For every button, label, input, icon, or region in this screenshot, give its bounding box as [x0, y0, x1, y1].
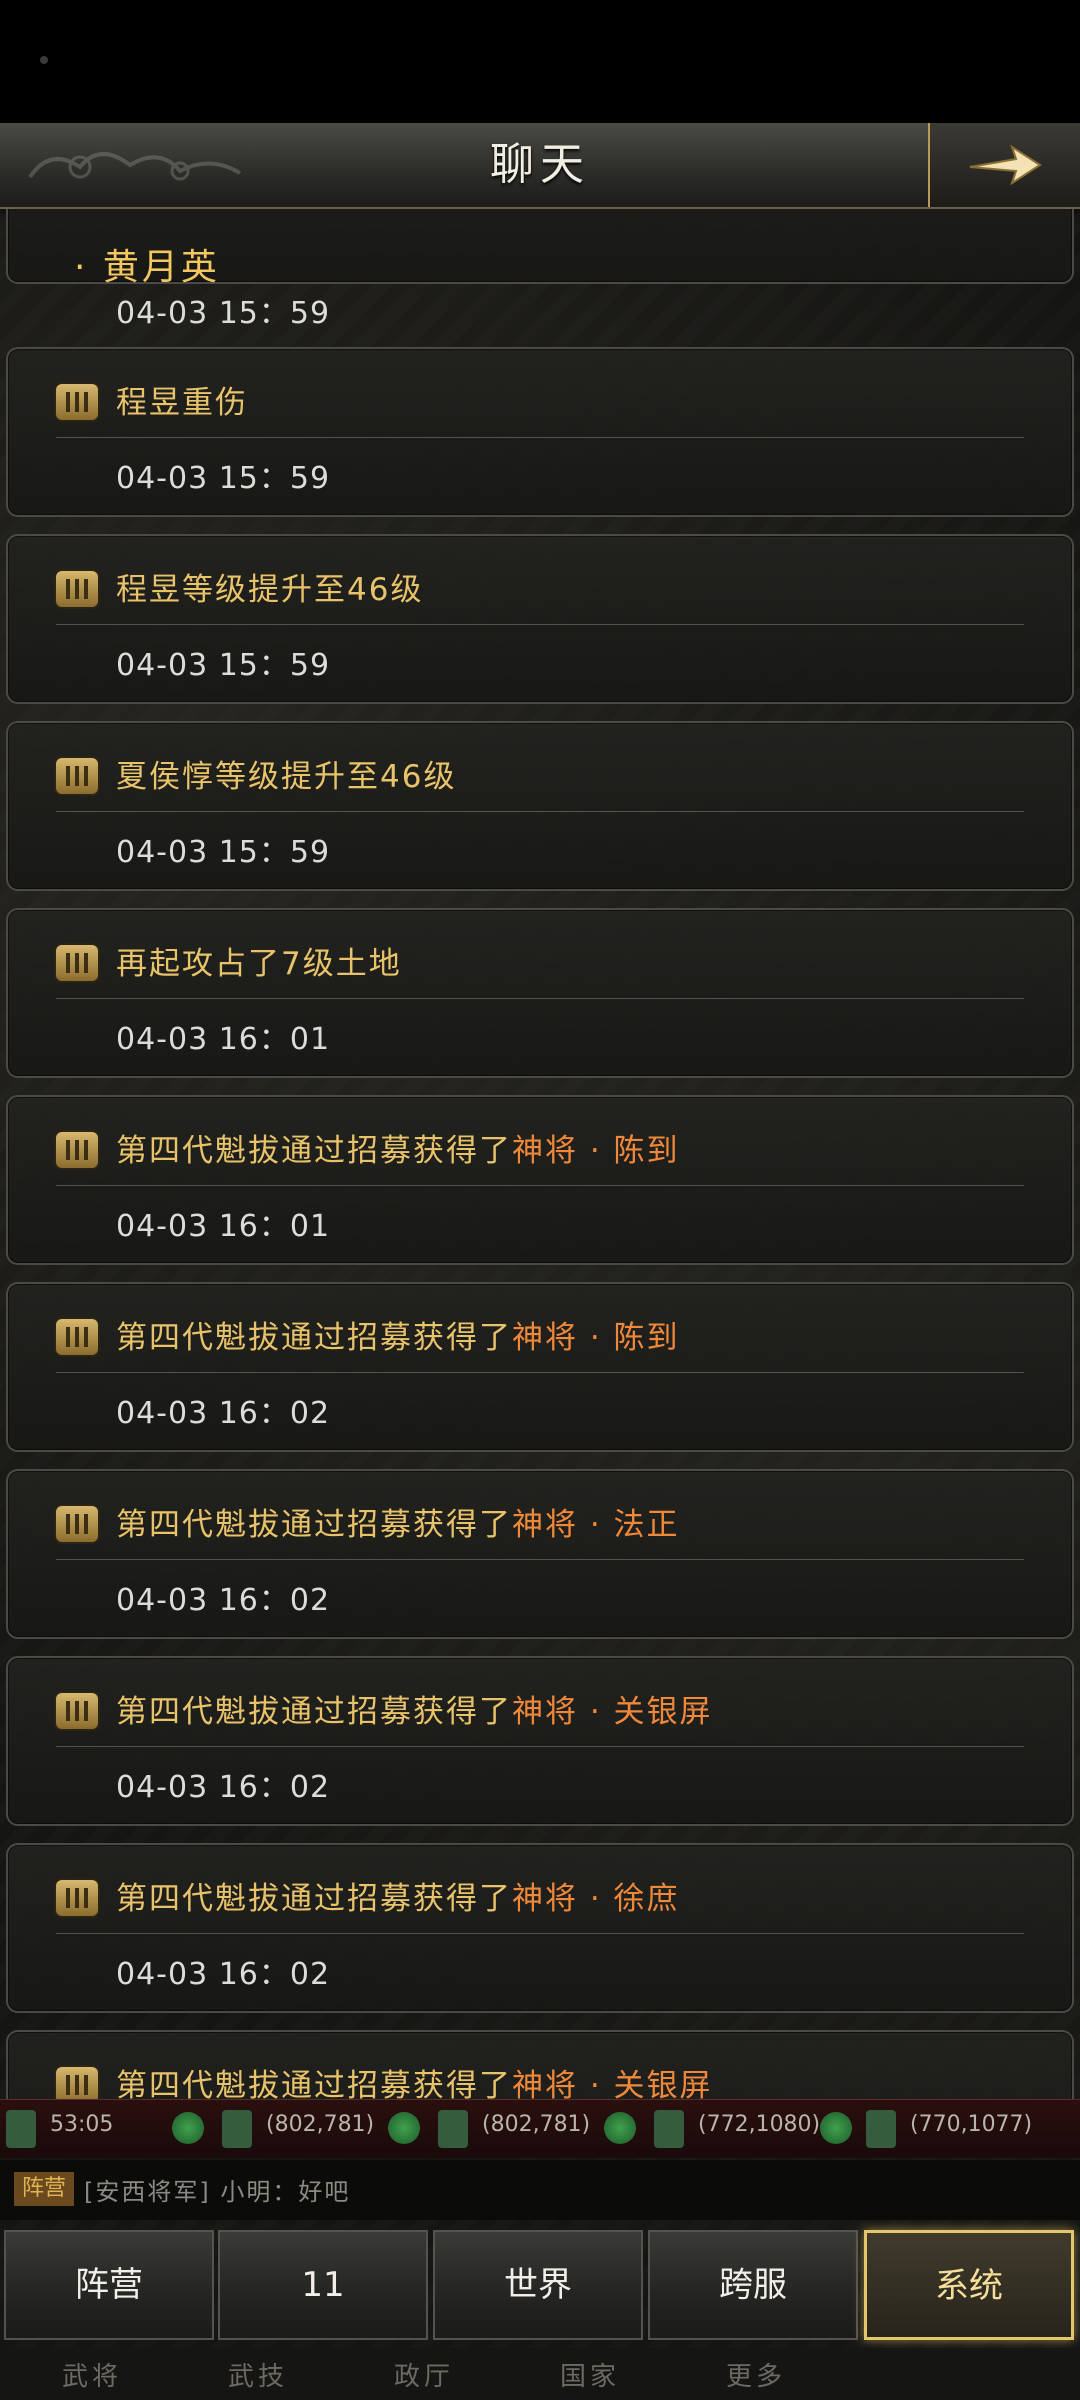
message-time: 04-03 15：59 — [116, 296, 331, 331]
message-card: 第四代魁拔通过招募获得了神将 · 徐庶 04-03 16：02 — [6, 1843, 1074, 2013]
refresh-icon[interactable] — [604, 2112, 636, 2144]
general-name-link[interactable]: 神将 · 法正 — [512, 1507, 680, 1543]
general-name-link[interactable]: 神将 · 徐庶 — [512, 1881, 680, 1917]
message-text: 第四代魁拔通过招募获得了神将 · 关银屏 — [116, 1694, 713, 1730]
back-button[interactable] — [928, 123, 1080, 207]
resource-value: (802,781) — [482, 2112, 591, 2137]
message-card: 第四代魁拔通过招募获得了神将 · 关银屏 — [6, 2030, 1074, 2099]
message-text: 第四代魁拔通过招募获得了神将 · 陈到 — [116, 1320, 680, 1356]
message-time: 04-03 16：01 — [116, 1022, 331, 1057]
general-name-link[interactable]: 神将 · 陈到 — [512, 1320, 680, 1356]
message-time: 04-03 16：01 — [116, 1209, 331, 1244]
system-message-icon — [56, 1132, 98, 1168]
tab-camp[interactable]: 阵营 — [4, 2230, 214, 2340]
divider — [56, 1185, 1024, 1186]
system-message-icon — [56, 758, 98, 794]
nav-generals[interactable]: 武将 — [62, 2356, 122, 2393]
system-message-icon — [56, 1880, 98, 1916]
message-list[interactable]: · 黄月英 04-03 15：59 程昱重伤 04-03 15：59 程昱等级提… — [0, 209, 1080, 2099]
resource-tag-icon — [6, 2110, 36, 2148]
message-text: 程昱重伤 — [116, 385, 248, 421]
system-message-icon — [56, 1319, 98, 1355]
message-time: 04-03 15：59 — [116, 648, 331, 683]
system-message-icon — [56, 2067, 98, 2099]
divider — [56, 1559, 1024, 1560]
message-text: 夏侯惇等级提升至46级 — [116, 759, 457, 795]
resource-value: (802,781) — [266, 2112, 375, 2137]
general-name-link[interactable]: 神将 · 关银屏 — [512, 1694, 713, 1730]
nav-skills[interactable]: 武技 — [228, 2356, 288, 2393]
resource-slot[interactable]: (802,781) — [438, 2106, 648, 2152]
ticker-text: [安西将军] 小明：好吧 — [84, 2178, 351, 2206]
status-bar — [0, 0, 1080, 123]
tab-cross-server[interactable]: 跨服 — [648, 2230, 858, 2340]
refresh-icon[interactable] — [388, 2112, 420, 2144]
general-name-link[interactable]: 神将 · 陈到 — [512, 1133, 680, 1169]
resource-slot[interactable]: 53:05 — [6, 2106, 216, 2152]
message-card: 第四代魁拔通过招募获得了神将 · 法正 04-03 16：02 — [6, 1469, 1074, 1639]
divider — [56, 624, 1024, 625]
divider — [56, 998, 1024, 999]
channel-badge: 阵营 — [14, 2172, 74, 2206]
message-text: 第四代魁拔通过招募获得了神将 · 陈到 — [116, 1133, 680, 1169]
message-card: 第四代魁拔通过招募获得了神将 · 陈到 04-03 16：01 — [6, 1095, 1074, 1265]
status-dot — [40, 56, 48, 64]
message-card: 再起攻占了7级土地 04-03 16：01 — [6, 908, 1074, 1078]
page-title: 聊天 — [490, 139, 590, 190]
chat-ticker[interactable]: 阵营 [安西将军] 小明：好吧 — [0, 2160, 1080, 2220]
message-card: 第四代魁拔通过招募获得了神将 · 陈到 04-03 16：02 — [6, 1282, 1074, 1452]
message-text: 第四代魁拔通过招募获得了神将 · 法正 — [116, 1507, 680, 1543]
resource-tag-icon — [222, 2110, 252, 2148]
divider — [56, 1372, 1024, 1373]
resource-value: 53:05 — [50, 2112, 114, 2137]
nav-more[interactable]: 更多 — [726, 2356, 786, 2393]
message-time: 04-03 16：02 — [116, 1583, 331, 1618]
system-message-icon — [56, 571, 98, 607]
resource-bar: 53:05 (802,781) (802,781) (772,1080) (77… — [0, 2099, 1080, 2158]
system-message-icon — [56, 1506, 98, 1542]
chat-header: 聊天 — [0, 123, 1080, 209]
tab-11[interactable]: 11 — [218, 2230, 428, 2340]
system-message-icon — [56, 1693, 98, 1729]
divider — [56, 811, 1024, 812]
message-card: 程昱等级提升至46级 04-03 15：59 — [6, 534, 1074, 704]
refresh-icon[interactable] — [172, 2112, 204, 2144]
tab-world[interactable]: 世界 — [433, 2230, 643, 2340]
resource-value: (770,1077) — [910, 2112, 1033, 2137]
resource-tag-icon — [866, 2110, 896, 2148]
resource-slot[interactable]: (772,1080) — [654, 2106, 864, 2152]
general-name-link[interactable]: 神将 · 关银屏 — [512, 2068, 713, 2099]
message-card: 第四代魁拔通过招募获得了神将 · 关银屏 04-03 16：02 — [6, 1656, 1074, 1826]
system-message-icon — [56, 384, 98, 420]
message-time: 04-03 16：02 — [116, 1957, 331, 1992]
divider — [56, 437, 1024, 438]
tab-system[interactable]: 系统 — [864, 2230, 1074, 2340]
message-text: 再起攻占了7级土地 — [116, 946, 402, 982]
nav-government[interactable]: 政厅 — [394, 2356, 454, 2393]
bottom-nav: 武将 武技 政厅 国家 更多 — [0, 2348, 1080, 2400]
message-time: 04-03 16：02 — [116, 1396, 331, 1431]
resource-slot[interactable]: (770,1077) — [866, 2106, 1076, 2152]
refresh-icon[interactable] — [820, 2112, 852, 2144]
divider — [56, 1746, 1024, 1747]
chat-channel-tabs: 阵营 11 世界 跨服 系统 — [0, 2228, 1080, 2348]
message-text: 程昱等级提升至46级 — [116, 572, 424, 608]
message-time: 04-03 15：59 — [116, 835, 331, 870]
resource-slot[interactable]: (802,781) — [222, 2106, 432, 2152]
message-card: 程昱重伤 04-03 15：59 — [6, 347, 1074, 517]
system-message-icon — [56, 945, 98, 981]
resource-tag-icon — [438, 2110, 468, 2148]
divider — [56, 1933, 1024, 1934]
message-text: 第四代魁拔通过招募获得了神将 · 关银屏 — [116, 2060, 713, 2099]
message-name: · 黄月英 — [74, 247, 220, 288]
message-time: 04-03 15：59 — [116, 461, 331, 496]
nav-country[interactable]: 国家 — [560, 2356, 620, 2393]
message-card: · 黄月英 04-03 15：59 — [6, 209, 1074, 331]
message-text: 第四代魁拔通过招募获得了神将 · 徐庶 — [116, 1881, 680, 1917]
resource-value: (772,1080) — [698, 2112, 821, 2137]
arrow-right-icon — [969, 144, 1042, 186]
message-time: 04-03 16：02 — [116, 1770, 331, 1805]
message-card: 夏侯惇等级提升至46级 04-03 15：59 — [6, 721, 1074, 891]
resource-tag-icon — [654, 2110, 684, 2148]
